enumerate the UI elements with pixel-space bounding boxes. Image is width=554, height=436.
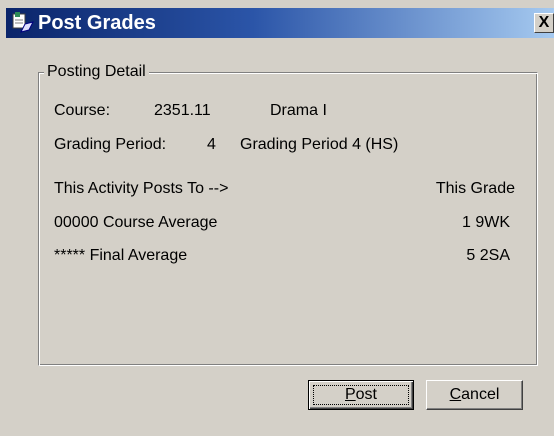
window-title: Post Grades [38, 12, 156, 34]
grading-period-number: 4 [207, 136, 216, 153]
list-item-grade: 5 2SA [466, 247, 510, 264]
posting-detail-legend: Posting Detail [44, 62, 149, 82]
cancel-label-rest: ancel [461, 386, 500, 403]
this-grade-header: This Grade [435, 180, 515, 197]
cancel-button[interactable]: Cancel [426, 380, 523, 410]
posts-to-header: This Activity Posts To --> [54, 180, 229, 197]
grades-app-icon [12, 12, 34, 33]
list-item-name: 00000 Course Average [54, 214, 218, 231]
course-label: Course: [54, 102, 111, 119]
title-bar[interactable]: Post Grades X [6, 8, 554, 38]
course-number: 2351.11 [154, 102, 211, 119]
cancel-mnemonic: C [449, 386, 462, 403]
post-button[interactable]: Post [308, 380, 414, 410]
course-name: Drama I [270, 102, 327, 119]
grading-period-label: Grading Period: [54, 136, 167, 153]
post-grades-dialog: Post Grades X Posting Detail Course: 235… [0, 0, 554, 436]
grading-period-name: Grading Period 4 (HS) [240, 136, 399, 153]
list-item-name: ***** Final Average [54, 247, 188, 264]
post-label-rest: ost [355, 386, 377, 403]
list-item-grade: 1 9WK [461, 214, 510, 231]
close-icon: X [538, 14, 550, 31]
post-button-label: Post [345, 386, 377, 403]
post-mnemonic: P [344, 386, 356, 403]
close-button[interactable]: X [534, 13, 554, 33]
cancel-button-label: Cancel [450, 386, 500, 403]
